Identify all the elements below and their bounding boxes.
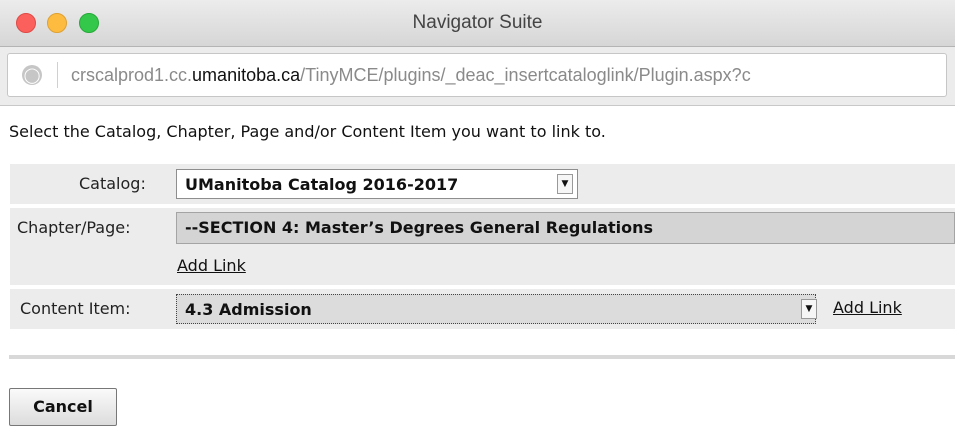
url-text[interactable]: crscalprod1.cc.umanitoba.ca/TinyMCE/plug… [71,54,751,96]
content-item-row: Content Item: 4.3 Admission ▼ Add Link [10,289,955,329]
address-bar[interactable]: ◯ crscalprod1.cc.umanitoba.ca/TinyMCE/pl… [7,53,947,97]
chapter-add-link[interactable]: Add Link [177,256,246,275]
content-item-value: 4.3 Admission [185,300,312,319]
globe-icon: ◯ [22,65,42,85]
window-title: Navigator Suite [412,12,543,33]
address-bar-strip: ◯ crscalprod1.cc.umanitoba.ca/TinyMCE/pl… [0,47,955,106]
content-item-add-link[interactable]: Add Link [833,298,902,317]
content-item-label: Content Item: [20,299,131,318]
chevron-down-icon[interactable]: ▼ [801,299,817,319]
catalog-select[interactable]: UManitoba Catalog 2016-2017 ▼ [176,169,578,199]
cancel-button[interactable]: Cancel [9,388,117,426]
url-domain: umanitoba.ca [192,65,301,85]
chevron-down-icon[interactable]: ▼ [557,174,573,194]
catalog-row: Catalog: UManitoba Catalog 2016-2017 ▼ [10,164,955,204]
chapter-page-select[interactable]: --SECTION 4: Master’s Degrees General Re… [176,212,955,244]
catalog-select-value: UManitoba Catalog 2016-2017 [185,175,459,194]
catalog-label: Catalog: [79,174,146,193]
address-bar-divider [57,62,58,88]
chapter-page-row: Chapter/Page: --SECTION 4: Master’s Degr… [10,208,955,285]
url-path: /TinyMCE/plugins/_deac_insertcataloglink… [300,65,751,85]
divider [9,355,955,359]
content-item-select[interactable]: 4.3 Admission ▼ [176,294,817,324]
chapter-page-value: --SECTION 4: Master’s Degrees General Re… [185,218,654,237]
window-title-bar: Navigator Suite [0,0,955,47]
url-prefix: crscalprod1.cc. [71,65,193,85]
instruction-text: Select the Catalog, Chapter, Page and/or… [9,122,606,141]
chapter-page-label: Chapter/Page: [17,218,131,237]
